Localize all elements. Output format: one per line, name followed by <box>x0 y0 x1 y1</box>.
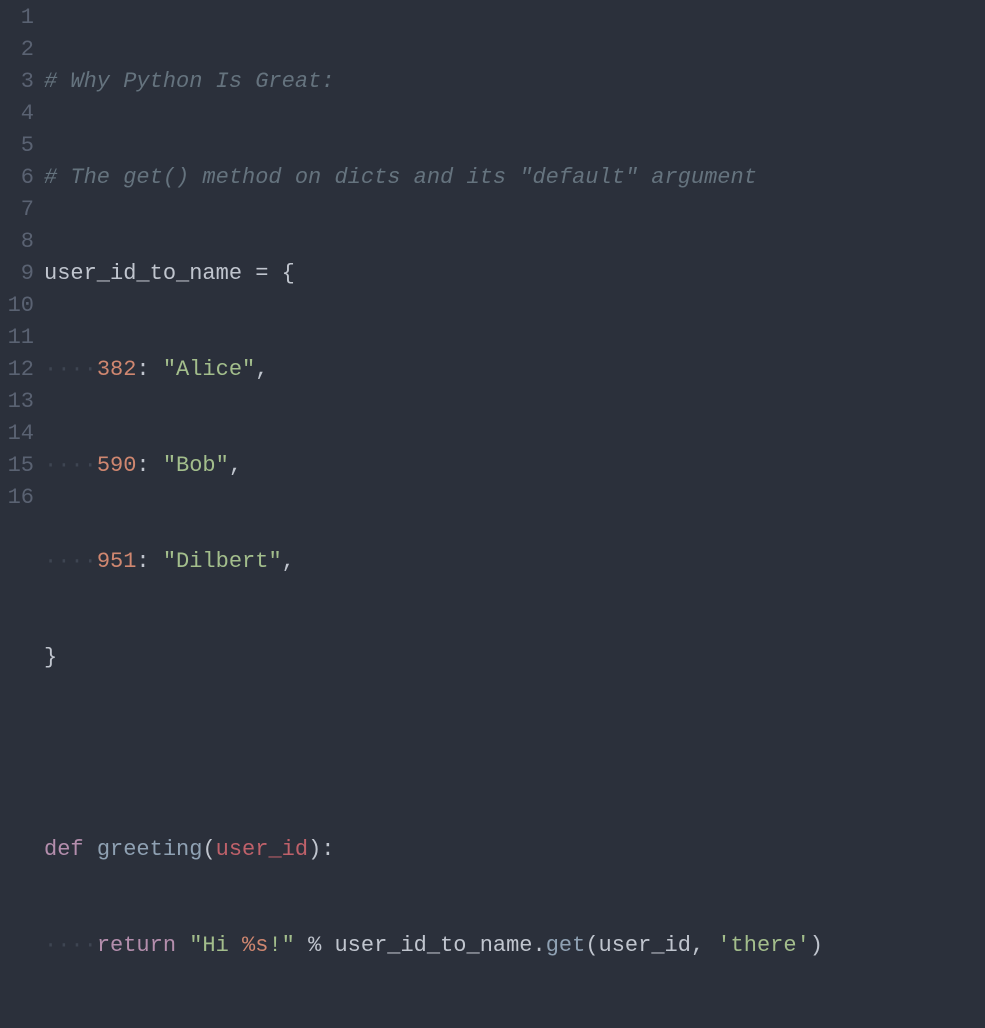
line-number: 9 <box>0 258 34 290</box>
string-token: "Hi <box>189 933 242 958</box>
colon-token: : <box>136 357 149 382</box>
line-number: 12 <box>0 354 34 386</box>
identifier-token: user_id_to_name <box>334 933 532 958</box>
line-number: 7 <box>0 194 34 226</box>
code-line[interactable] <box>44 738 985 770</box>
comma-token: , <box>255 357 268 382</box>
string-token: 'there' <box>717 933 809 958</box>
comment-token: # The get() method on dicts and its "def… <box>44 165 757 190</box>
whitespace-dots: ···· <box>44 933 97 958</box>
code-line[interactable]: def greeting(user_id): <box>44 834 985 866</box>
brace-token: } <box>44 645 57 670</box>
line-number: 16 <box>0 482 34 514</box>
line-number: 8 <box>0 226 34 258</box>
whitespace-dots: ···· <box>44 453 97 478</box>
code-line[interactable]: } <box>44 642 985 674</box>
identifier-token: user_id_to_name <box>44 261 242 286</box>
code-line[interactable]: ····590: "Bob", <box>44 450 985 482</box>
line-number: 14 <box>0 418 34 450</box>
dot-token: . <box>533 933 546 958</box>
comma-token: , <box>282 549 295 574</box>
keyword-token: def <box>44 837 84 862</box>
paren-token: ( <box>202 837 215 862</box>
string-token: "Bob" <box>163 453 229 478</box>
string-token: !" <box>268 933 294 958</box>
paren-token: ) <box>308 837 321 862</box>
line-number: 10 <box>0 290 34 322</box>
parameter-token: user_id <box>216 837 308 862</box>
keyword-token: return <box>97 933 176 958</box>
code-line[interactable] <box>44 1026 985 1028</box>
code-editor[interactable]: 1 2 3 4 5 6 7 8 9 10 11 12 13 14 15 16 #… <box>0 2 985 1028</box>
number-token: 590 <box>97 453 137 478</box>
line-number: 1 <box>0 2 34 34</box>
string-token: "Dilbert" <box>163 549 282 574</box>
line-number: 2 <box>0 34 34 66</box>
code-area[interactable]: # Why Python Is Great: # The get() metho… <box>44 2 985 1028</box>
code-line[interactable]: # Why Python Is Great: <box>44 66 985 98</box>
code-line[interactable]: ····951: "Dilbert", <box>44 546 985 578</box>
identifier-token: user_id <box>599 933 691 958</box>
line-number: 15 <box>0 450 34 482</box>
code-line[interactable]: ····return "Hi %s!" % user_id_to_name.ge… <box>44 930 985 962</box>
operator-token: % <box>308 933 321 958</box>
method-token: get <box>546 933 586 958</box>
code-line[interactable]: user_id_to_name = { <box>44 258 985 290</box>
code-line[interactable]: ····382: "Alice", <box>44 354 985 386</box>
code-line[interactable]: # The get() method on dicts and its "def… <box>44 162 985 194</box>
line-number-gutter: 1 2 3 4 5 6 7 8 9 10 11 12 13 14 15 16 <box>0 2 44 1028</box>
paren-token: ( <box>585 933 598 958</box>
function-name-token: greeting <box>97 837 203 862</box>
whitespace-dots: ···· <box>44 549 97 574</box>
line-number: 3 <box>0 66 34 98</box>
line-number: 4 <box>0 98 34 130</box>
string-token: "Alice" <box>163 357 255 382</box>
colon-token: : <box>321 837 334 862</box>
whitespace-dots: ···· <box>44 357 97 382</box>
line-number: 5 <box>0 130 34 162</box>
colon-token: : <box>136 549 149 574</box>
brace-token: { <box>282 261 295 286</box>
comma-token: , <box>691 933 704 958</box>
line-number: 6 <box>0 162 34 194</box>
format-spec-token: %s <box>242 933 268 958</box>
number-token: 951 <box>97 549 137 574</box>
paren-token: ) <box>810 933 823 958</box>
colon-token: : <box>136 453 149 478</box>
operator-token: = <box>255 261 268 286</box>
comment-token: # Why Python Is Great: <box>44 69 334 94</box>
number-token: 382 <box>97 357 137 382</box>
line-number: 11 <box>0 322 34 354</box>
line-number: 13 <box>0 386 34 418</box>
comma-token: , <box>229 453 242 478</box>
